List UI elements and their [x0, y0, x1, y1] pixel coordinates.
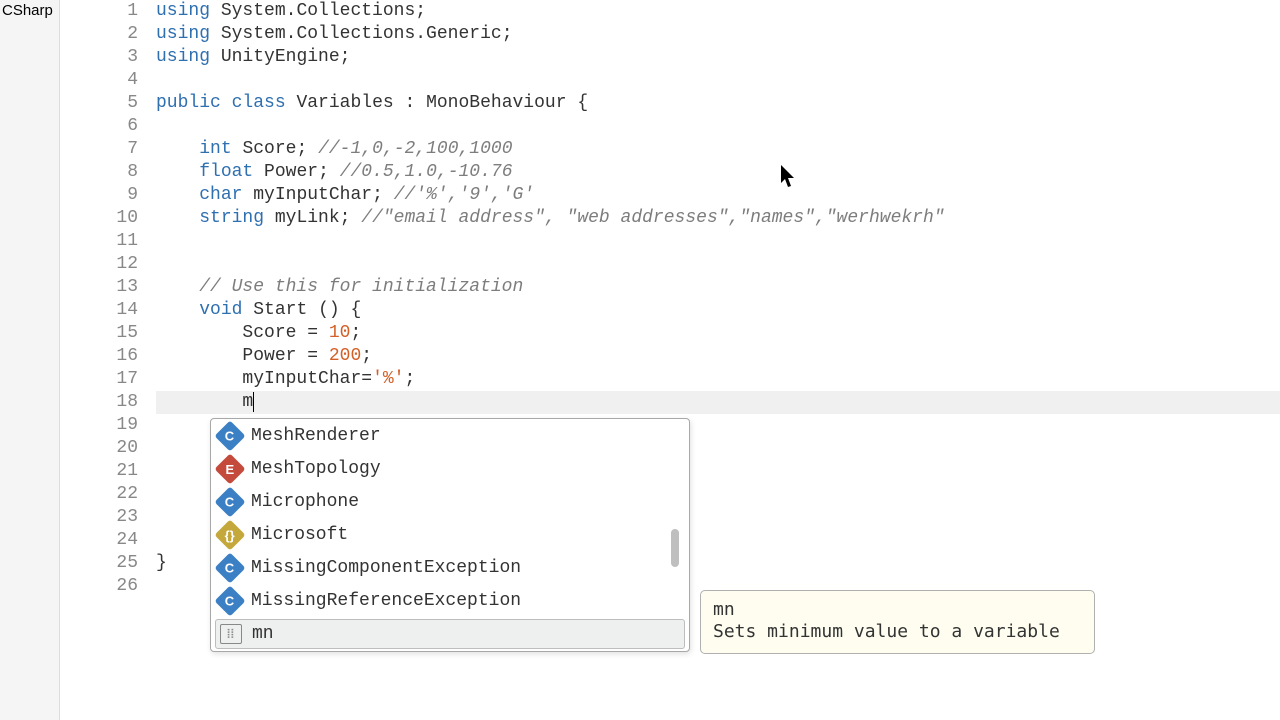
line-number: 9 [60, 184, 138, 207]
line-number: 1 [60, 0, 138, 23]
line-number: 7 [60, 138, 138, 161]
autocomplete-item[interactable]: C Microphone [211, 485, 689, 518]
autocomplete-label: Microphone [251, 492, 359, 512]
line-number: 13 [60, 276, 138, 299]
code-line[interactable] [156, 253, 1280, 276]
line-number: 20 [60, 437, 138, 460]
code-line[interactable]: Power = 200; [156, 345, 1280, 368]
autocomplete-label: Microsoft [251, 525, 348, 545]
autocomplete-item[interactable]: E MeshTopology [211, 452, 689, 485]
autocomplete-label: MissingReferenceException [251, 591, 521, 611]
autocomplete-item[interactable]: ⦙⦙ mn [215, 619, 685, 649]
tooltip-title: mn [713, 599, 1082, 621]
autocomplete-label: MissingComponentException [251, 558, 521, 578]
line-number: 15 [60, 322, 138, 345]
code-line[interactable]: float Power; //0.5,1.0,-10.76 [156, 161, 1280, 184]
code-line[interactable]: using System.Collections; [156, 0, 1280, 23]
code-line[interactable] [156, 69, 1280, 92]
code-line[interactable]: myInputChar='%'; [156, 368, 1280, 391]
line-number: 11 [60, 230, 138, 253]
line-number: 23 [60, 506, 138, 529]
code-line[interactable]: public class Variables : MonoBehaviour { [156, 92, 1280, 115]
autocomplete-label: MeshTopology [251, 459, 381, 479]
code-line[interactable]: Score = 10; [156, 322, 1280, 345]
autocomplete-tooltip: mn Sets minimum value to a variable [700, 590, 1095, 654]
text-caret [253, 392, 254, 412]
tooltip-description: Sets minimum value to a variable [713, 621, 1060, 642]
code-line[interactable]: using System.Collections.Generic; [156, 23, 1280, 46]
code-line[interactable]: int Score; //-1,0,-2,100,1000 [156, 138, 1280, 161]
autocomplete-label: MeshRenderer [251, 426, 381, 446]
line-number: 24 [60, 529, 138, 552]
class-icon: C [214, 585, 245, 616]
line-number: 21 [60, 460, 138, 483]
line-number: 3 [60, 46, 138, 69]
enum-icon: E [214, 453, 245, 484]
line-number-gutter: 1234567891011121314151617181920212223242… [60, 0, 148, 720]
line-number: 17 [60, 368, 138, 391]
line-number: 26 [60, 575, 138, 598]
code-line[interactable] [156, 115, 1280, 138]
line-number: 22 [60, 483, 138, 506]
autocomplete-item[interactable]: C MeshRenderer [211, 419, 689, 452]
line-number: 4 [60, 69, 138, 92]
code-line[interactable]: string myLink; //"email address", "web a… [156, 207, 1280, 230]
line-number: 10 [60, 207, 138, 230]
line-number: 6 [60, 115, 138, 138]
snip-icon: ⦙⦙ [220, 624, 242, 644]
code-line[interactable]: void Start () { [156, 299, 1280, 322]
code-line[interactable]: using UnityEngine; [156, 46, 1280, 69]
language-tab[interactable]: CSharp [0, 0, 59, 21]
autocomplete-item[interactable]: {} Microsoft [211, 518, 689, 551]
line-number: 2 [60, 23, 138, 46]
code-line[interactable]: m [156, 391, 1280, 414]
line-number: 16 [60, 345, 138, 368]
sidebar: CSharp [0, 0, 60, 720]
autocomplete-item[interactable]: C MissingComponentException [211, 551, 689, 584]
code-line[interactable]: char myInputChar; //'%','9','G' [156, 184, 1280, 207]
line-number: 25 [60, 552, 138, 575]
line-number: 5 [60, 92, 138, 115]
code-line[interactable]: // Use this for initialization [156, 276, 1280, 299]
line-number: 18 [60, 391, 138, 414]
class-icon: C [214, 552, 245, 583]
autocomplete-label: mn [252, 624, 274, 644]
line-number: 19 [60, 414, 138, 437]
ns-icon: {} [214, 519, 245, 550]
line-number: 8 [60, 161, 138, 184]
autocomplete-item[interactable]: C MissingReferenceException [211, 584, 689, 617]
line-number: 14 [60, 299, 138, 322]
autocomplete-popup[interactable]: C MeshRenderer E MeshTopology C Microphone {} M… [210, 418, 690, 652]
code-line[interactable] [156, 230, 1280, 253]
line-number: 12 [60, 253, 138, 276]
class-icon: C [214, 486, 245, 517]
mouse-cursor-icon [780, 165, 798, 189]
autocomplete-scrollbar[interactable] [671, 529, 679, 567]
class-icon: C [214, 420, 245, 451]
